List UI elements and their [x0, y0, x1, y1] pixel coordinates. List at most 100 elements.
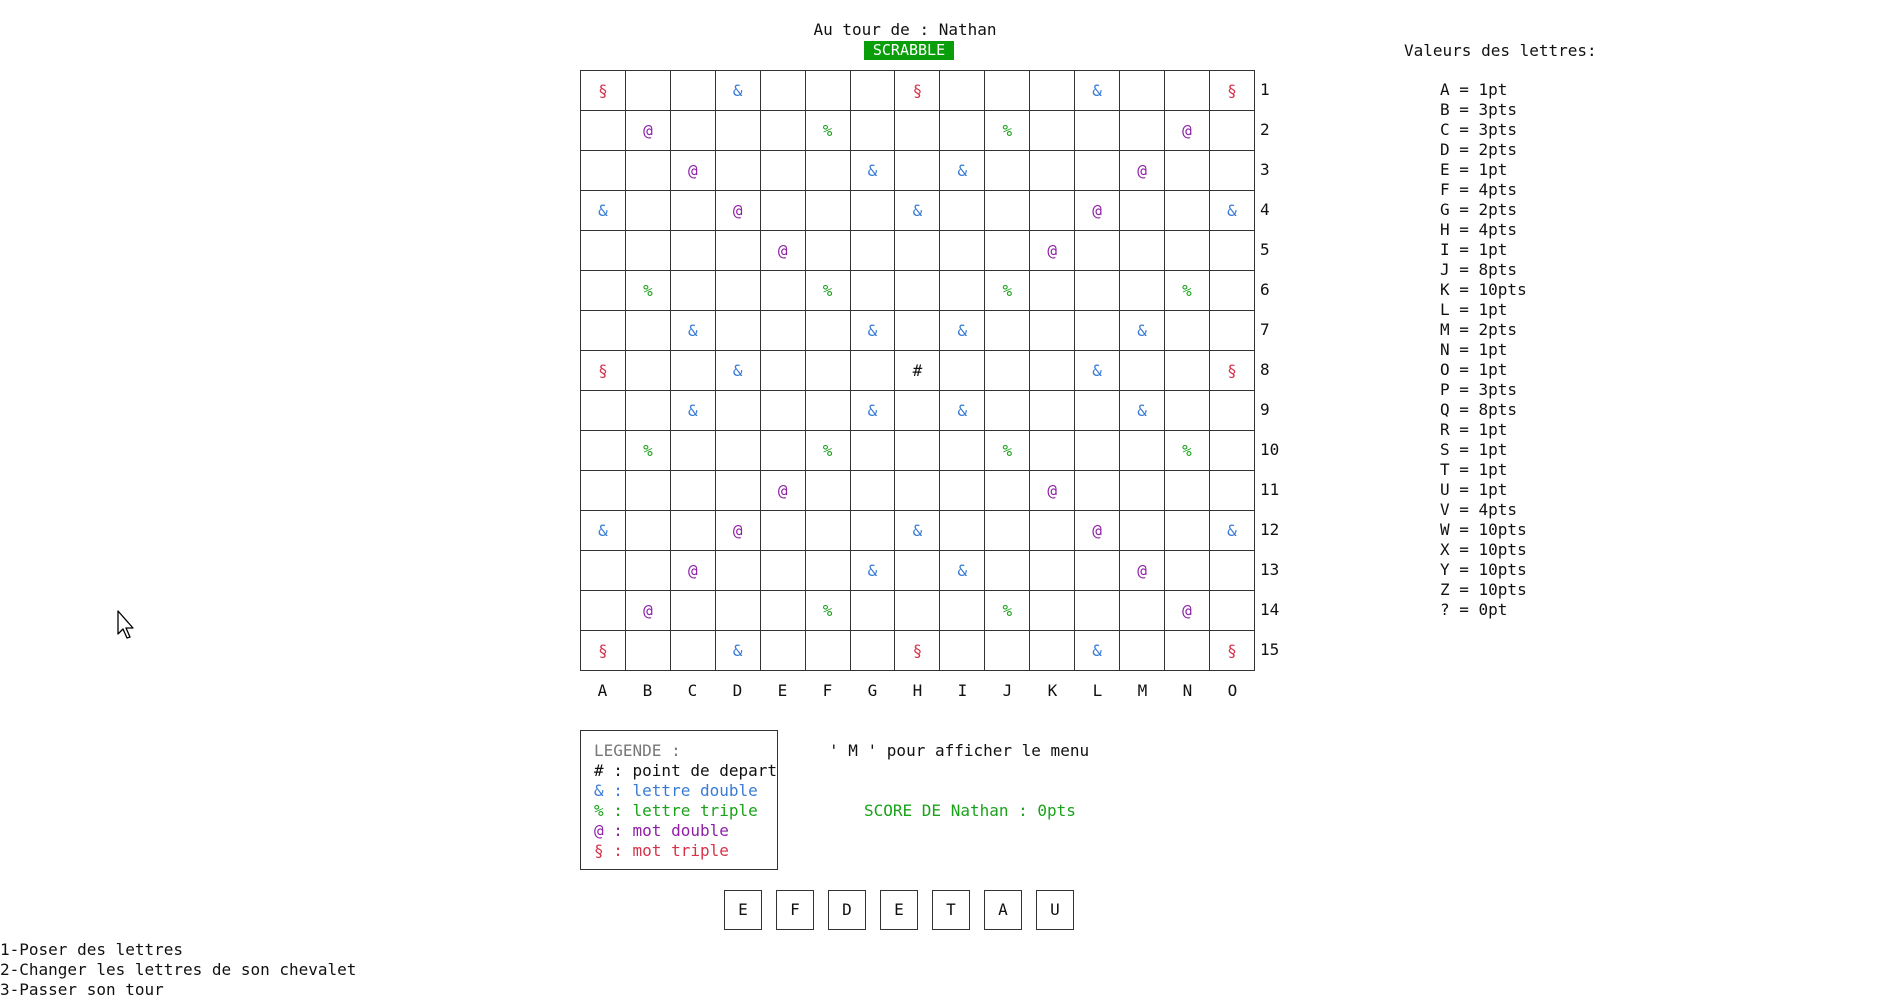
board-cell-M13[interactable]: @ [1119, 550, 1165, 591]
board-cell-A6[interactable] [580, 270, 626, 311]
board-cell-I8[interactable] [939, 350, 986, 391]
board-cell-J14[interactable]: % [984, 590, 1031, 631]
board-cell-C8[interactable] [669, 350, 716, 391]
board-cell-J11[interactable] [984, 470, 1031, 511]
board-cell-K10[interactable] [1029, 430, 1076, 471]
board-cell-J10[interactable]: % [984, 430, 1031, 471]
board-cell-F5[interactable] [804, 230, 851, 271]
board-cell-C6[interactable] [669, 270, 716, 311]
board-cell-L1[interactable]: & [1074, 70, 1121, 111]
board-cell-C13[interactable]: @ [669, 550, 716, 591]
board-cell-D7[interactable] [714, 310, 761, 351]
board-cell-N3[interactable] [1163, 150, 1210, 191]
board-cell-N6[interactable]: % [1163, 270, 1210, 311]
board-cell-E6[interactable] [759, 270, 806, 311]
board-cell-L7[interactable] [1074, 310, 1121, 351]
board-cell-H12[interactable]: & [894, 510, 941, 551]
board-cell-A2[interactable] [580, 110, 626, 151]
board-cell-H7[interactable] [894, 310, 941, 351]
board-cell-J8[interactable] [984, 350, 1031, 391]
board-cell-N10[interactable]: % [1163, 430, 1210, 471]
board-cell-N13[interactable] [1163, 550, 1210, 591]
board-cell-G11[interactable] [849, 470, 896, 511]
board-cell-A3[interactable] [580, 150, 626, 191]
board-cell-G5[interactable] [849, 230, 896, 271]
board-cell-J9[interactable] [984, 390, 1031, 431]
board-cell-L12[interactable]: @ [1074, 510, 1121, 551]
board-cell-D3[interactable] [714, 150, 761, 191]
board-cell-C4[interactable] [669, 190, 716, 231]
board-cell-L10[interactable] [1074, 430, 1121, 471]
board-cell-F2[interactable]: % [804, 110, 851, 151]
rack-tile[interactable]: E [880, 890, 918, 930]
board-cell-A7[interactable] [580, 310, 626, 351]
board-cell-H6[interactable] [894, 270, 941, 311]
board-cell-H5[interactable] [894, 230, 941, 271]
board-cell-J6[interactable]: % [984, 270, 1031, 311]
board-cell-E3[interactable] [759, 150, 806, 191]
board-cell-K15[interactable] [1029, 630, 1076, 671]
board-cell-L5[interactable] [1074, 230, 1121, 271]
board-cell-F7[interactable] [804, 310, 851, 351]
board-cell-D13[interactable] [714, 550, 761, 591]
board-cell-A15[interactable]: § [580, 630, 626, 671]
board-cell-L14[interactable] [1074, 590, 1121, 631]
board-cell-F10[interactable]: % [804, 430, 851, 471]
board-cell-F6[interactable]: % [804, 270, 851, 311]
board-cell-D4[interactable]: @ [714, 190, 761, 231]
board-cell-G15[interactable] [849, 630, 896, 671]
board-cell-G12[interactable] [849, 510, 896, 551]
board-cell-A10[interactable] [580, 430, 626, 471]
board-cell-N8[interactable] [1163, 350, 1210, 391]
board-cell-O2[interactable] [1208, 110, 1256, 151]
board-cell-C11[interactable] [669, 470, 716, 511]
board-cell-D11[interactable] [714, 470, 761, 511]
board-cell-D12[interactable]: @ [714, 510, 761, 551]
board-cell-C9[interactable]: & [669, 390, 716, 431]
board-cell-C14[interactable] [669, 590, 716, 631]
board-cell-L11[interactable] [1074, 470, 1121, 511]
board-cell-B9[interactable] [624, 390, 671, 431]
board-cell-F12[interactable] [804, 510, 851, 551]
board-cell-I5[interactable] [939, 230, 986, 271]
board-cell-E1[interactable] [759, 70, 806, 111]
board-cell-N12[interactable] [1163, 510, 1210, 551]
board-cell-G13[interactable]: & [849, 550, 896, 591]
board-cell-K14[interactable] [1029, 590, 1076, 631]
board-cell-O11[interactable] [1208, 470, 1256, 511]
board-cell-O3[interactable] [1208, 150, 1256, 191]
board-cell-B1[interactable] [624, 70, 671, 111]
board-cell-I1[interactable] [939, 70, 986, 111]
board-cell-O14[interactable] [1208, 590, 1256, 631]
board-cell-J13[interactable] [984, 550, 1031, 591]
board-cell-B10[interactable]: % [624, 430, 671, 471]
board-cell-M2[interactable] [1119, 110, 1165, 151]
board-cell-G8[interactable] [849, 350, 896, 391]
board-cell-H8[interactable]: # [894, 350, 941, 391]
board-cell-B8[interactable] [624, 350, 671, 391]
rack-tile[interactable]: T [932, 890, 970, 930]
board-cell-O4[interactable]: & [1208, 190, 1256, 231]
board-cell-O9[interactable] [1208, 390, 1256, 431]
board-cell-C5[interactable] [669, 230, 716, 271]
board-cell-E9[interactable] [759, 390, 806, 431]
board-cell-G7[interactable]: & [849, 310, 896, 351]
board-cell-I14[interactable] [939, 590, 986, 631]
board-cell-N1[interactable] [1163, 70, 1210, 111]
board-cell-N2[interactable]: @ [1163, 110, 1210, 151]
board-cell-J5[interactable] [984, 230, 1031, 271]
board-cell-K1[interactable] [1029, 70, 1076, 111]
board-cell-M10[interactable] [1119, 430, 1165, 471]
board-cell-E8[interactable] [759, 350, 806, 391]
board-cell-N9[interactable] [1163, 390, 1210, 431]
board-cell-M14[interactable] [1119, 590, 1165, 631]
board-cell-G3[interactable]: & [849, 150, 896, 191]
board-cell-J3[interactable] [984, 150, 1031, 191]
board-cell-B3[interactable] [624, 150, 671, 191]
board-cell-G6[interactable] [849, 270, 896, 311]
board-cell-K4[interactable] [1029, 190, 1076, 231]
board-cell-F11[interactable] [804, 470, 851, 511]
rack-tile[interactable]: E [724, 890, 762, 930]
board-cell-B14[interactable]: @ [624, 590, 671, 631]
board-cell-K11[interactable]: @ [1029, 470, 1076, 511]
